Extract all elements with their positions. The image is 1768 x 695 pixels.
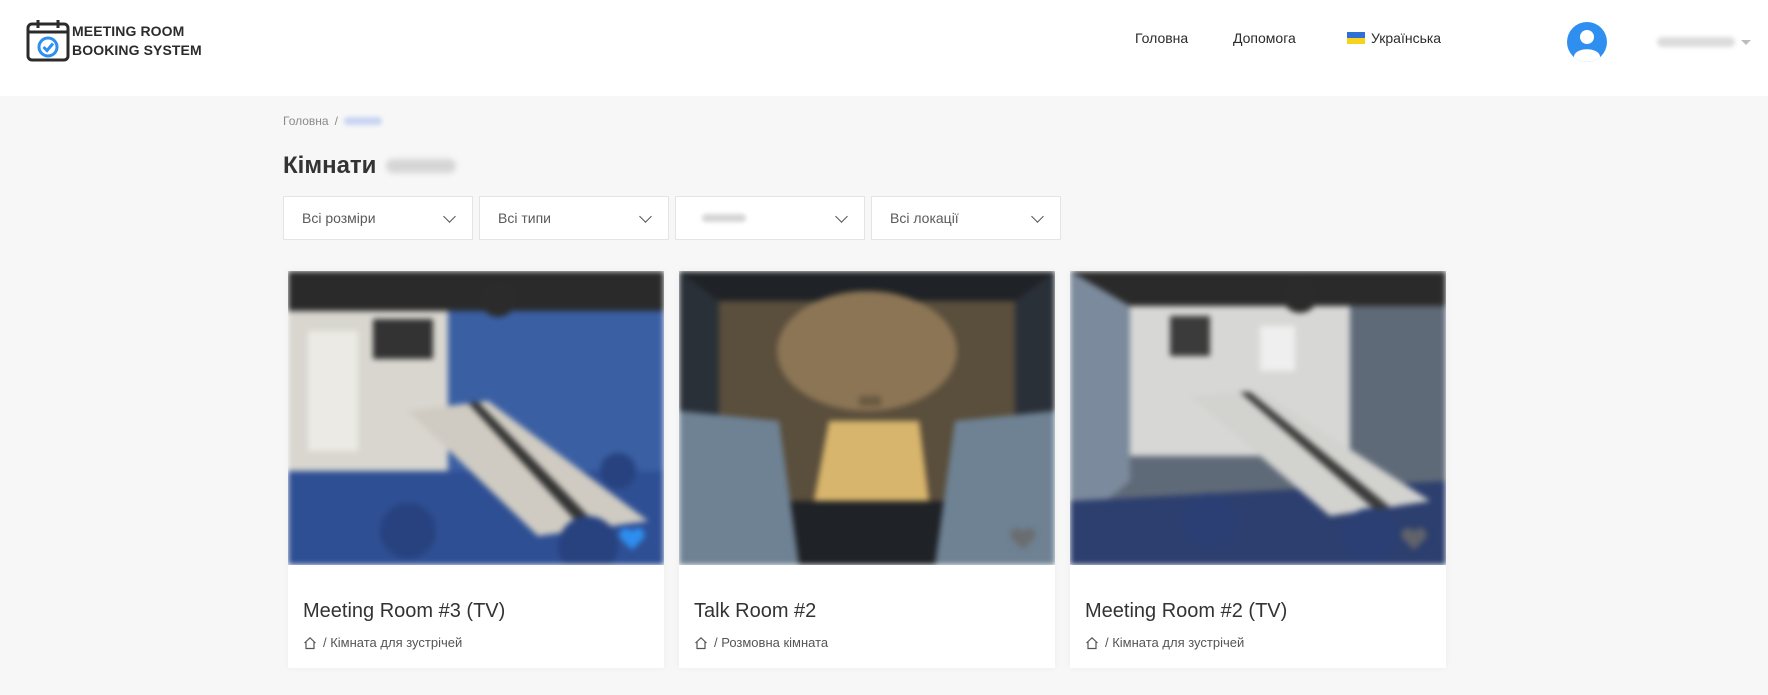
room-photo[interactable] [1070,271,1446,565]
room-type: / Кімната для зустрічей [303,635,462,650]
chevron-down-icon [639,209,652,223]
username-redacted [1657,37,1735,47]
ukraine-flag-icon [1347,32,1365,44]
room-photo-meeting [1070,271,1446,565]
favorite-heart-icon[interactable] [1400,527,1428,551]
filter-types[interactable]: Всі типи [479,196,669,240]
breadcrumb: Головна / [283,114,382,128]
top-header: MEETING ROOM BOOKING SYSTEM Головна Допо… [0,0,1768,96]
room-photo-meeting [288,271,664,565]
nav-home[interactable]: Головна [1135,30,1188,46]
room-card[interactable]: Meeting Room #2 (TV) / Кімната для зустр… [1070,271,1446,668]
filter-sizes[interactable]: Всі розміри [283,196,473,240]
language-selector[interactable]: Українська [1347,30,1441,46]
chevron-down-icon[interactable] [1741,39,1751,45]
room-photo[interactable] [679,271,1055,565]
breadcrumb-separator: / [334,114,338,128]
room-type: / Розмовна кімната [694,635,828,650]
app-logo[interactable]: MEETING ROOM BOOKING SYSTEM [26,18,202,64]
calendar-check-icon [26,20,70,62]
home-icon [1086,636,1098,649]
user-menu[interactable] [1567,22,1751,62]
logo-text: MEETING ROOM BOOKING SYSTEM [72,23,202,58]
room-title[interactable]: Talk Room #2 [694,600,816,623]
filter-value-redacted [702,214,746,222]
breadcrumb-home[interactable]: Головна [283,114,329,128]
room-title[interactable]: Meeting Room #3 (TV) [303,600,505,623]
page-title: Кімнати [283,152,457,180]
room-type: / Кімната для зустрічей [1085,635,1244,650]
room-photo[interactable] [288,271,664,565]
room-cards: Meeting Room #3 (TV) / Кімната для зустр… [288,271,1446,668]
breadcrumb-current-redacted [343,117,382,125]
room-title[interactable]: Meeting Room #2 (TV) [1085,600,1287,623]
home-icon [695,636,707,649]
room-card[interactable]: Meeting Room #3 (TV) / Кімната для зустр… [288,271,664,668]
filter-office[interactable] [675,196,865,240]
nav-help[interactable]: Допомога [1233,30,1296,46]
favorite-heart-icon[interactable] [618,527,646,551]
filters-bar: Всі розміри Всі типи Всі локації [283,196,1067,240]
chevron-down-icon [443,209,456,223]
chevron-down-icon [835,209,848,223]
chevron-down-icon [1031,209,1044,223]
filter-locations[interactable]: Всі локації [871,196,1061,240]
room-photo-talk [679,271,1055,565]
avatar[interactable] [1567,22,1607,62]
user-icon [1574,30,1600,62]
home-icon [304,636,316,649]
favorite-heart-icon[interactable] [1009,527,1037,551]
room-card[interactable]: Talk Room #2 / Розмовна кімната [679,271,1055,668]
title-redacted [386,159,457,173]
